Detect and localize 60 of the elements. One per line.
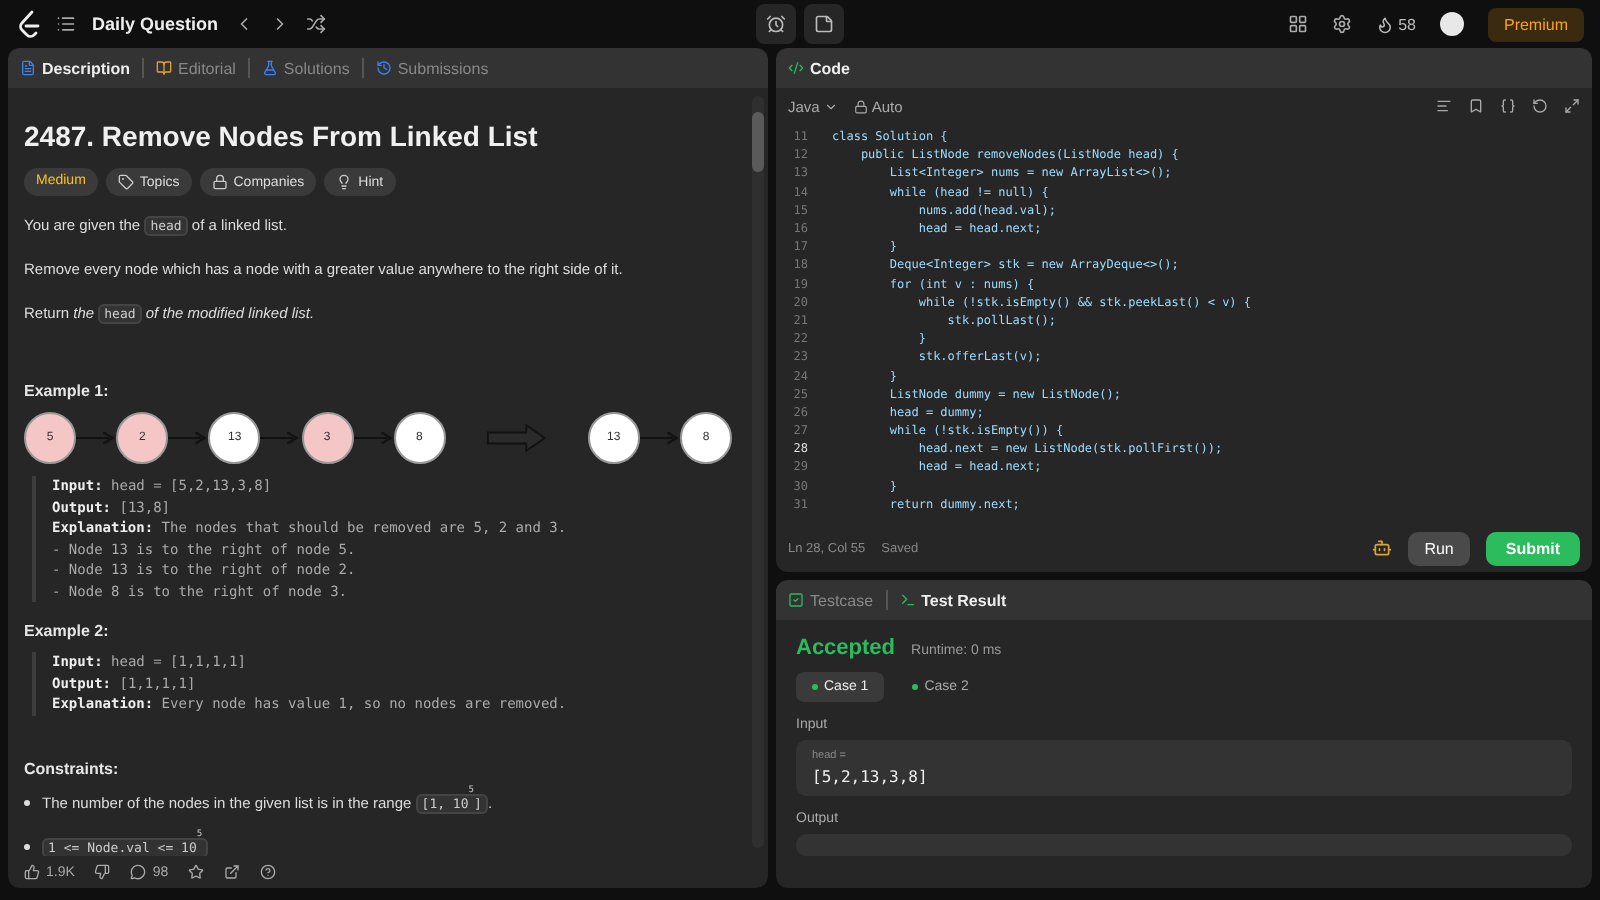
arrow-icon [353, 432, 394, 445]
format-icon[interactable] [1436, 98, 1452, 114]
document-icon [20, 60, 36, 76]
alarm-clock-icon [766, 14, 786, 34]
settings-icon[interactable] [1332, 14, 1353, 34]
lightbulb-icon [336, 174, 353, 190]
tag-icon [117, 174, 134, 190]
robot-icon[interactable] [1372, 538, 1393, 558]
bookmark-icon[interactable] [1468, 98, 1484, 114]
lock-icon [853, 99, 868, 113]
note-button[interactable] [804, 4, 844, 44]
star-icon[interactable] [188, 864, 205, 880]
problem-title: 2487. Remove Nodes From Linked List [24, 120, 540, 152]
big-arrow-icon [485, 422, 548, 455]
code-icon [788, 60, 804, 76]
run-button[interactable]: Run [1408, 531, 1470, 565]
alarm-clock-button[interactable] [756, 4, 796, 44]
arrow-icon [639, 432, 681, 445]
book-icon [156, 60, 173, 76]
comment-icon [130, 864, 147, 880]
checkbox-icon [788, 592, 804, 608]
caret-icon [823, 99, 838, 113]
bullet-icon [24, 800, 30, 807]
streak-counter[interactable]: 58 [1376, 15, 1416, 33]
panel-tab[interactable]: Solutions [261, 59, 350, 77]
grid-icon[interactable] [1288, 14, 1309, 34]
maximize-icon[interactable] [1564, 98, 1580, 114]
code-tab[interactable]: Code [788, 59, 850, 77]
arrow-icon [168, 432, 209, 445]
premium-button[interactable]: Premium [1487, 7, 1584, 41]
history-icon [375, 60, 392, 76]
shuffle-icon[interactable] [306, 14, 327, 34]
reset-icon[interactable] [1532, 98, 1548, 114]
terminal-icon [899, 592, 916, 608]
panel-tab[interactable]: Submissions [375, 59, 489, 77]
scrollbar[interactable] [752, 96, 764, 848]
arrow-icon [260, 432, 302, 445]
constraints-heading: Constraints: [24, 759, 121, 778]
panel-tab[interactable]: Description [20, 59, 131, 77]
logo-icon[interactable] [16, 10, 40, 38]
help-icon[interactable] [260, 864, 277, 880]
dislike-icon[interactable] [94, 864, 111, 880]
list-icon[interactable] [56, 14, 76, 34]
lock-icon [211, 174, 228, 190]
flask-icon [261, 60, 278, 76]
panel-tab[interactable]: Editorial [156, 59, 236, 77]
share-icon[interactable] [224, 864, 241, 880]
avatar[interactable] [1439, 12, 1464, 36]
panel-tab[interactable]: Testcase [788, 591, 874, 609]
daily-question-title[interactable]: Daily Question [92, 14, 219, 34]
bullet-icon [24, 844, 30, 851]
thumbs-up-icon [24, 864, 40, 880]
example-heading: Example 2: [24, 622, 111, 641]
panel-tab[interactable]: Test Result [899, 591, 1007, 609]
braces-icon[interactable] [1500, 98, 1516, 114]
example-heading: Example 1: [24, 382, 111, 401]
result-status: Accepted [796, 636, 896, 660]
flame-icon [1376, 15, 1395, 33]
arrow-icon [76, 432, 117, 445]
note-icon [814, 14, 834, 34]
